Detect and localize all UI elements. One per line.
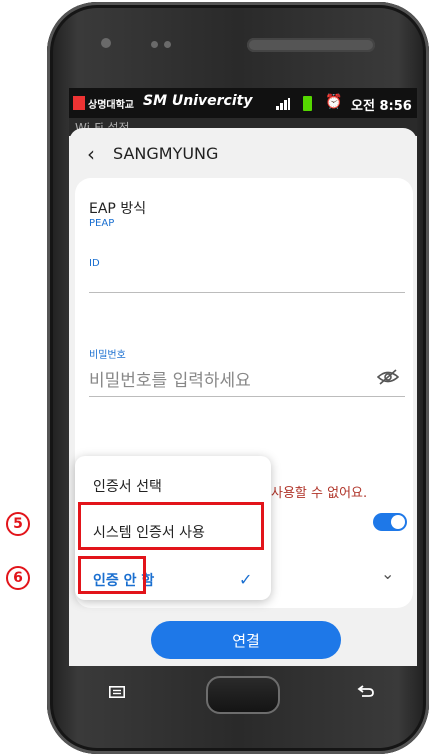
certificate-warning: 사용할 수 없어요.: [271, 486, 368, 501]
password-field[interactable]: 비밀번호를 입력하세요: [89, 366, 251, 391]
network-title: SANGMYUNG: [113, 144, 219, 163]
password-label: 비밀번호: [89, 350, 126, 361]
alarm-icon: ⏰: [325, 94, 343, 110]
connect-button[interactable]: 연결: [151, 621, 341, 659]
status-time: 오전 8:56: [351, 99, 412, 114]
sensor-dot: [151, 41, 158, 48]
back-arrow-icon[interactable]: ‹: [87, 142, 95, 166]
hardware-keys: [47, 668, 429, 738]
chevron-down-icon[interactable]: ⌄: [381, 564, 394, 583]
id-label: ID: [89, 258, 100, 269]
step-badge-5: 5: [6, 512, 30, 536]
signal-icon: [276, 98, 290, 110]
status-bar: 상명대학교 SM Univercity ⏰ 오전 8:56: [69, 88, 417, 118]
highlight-box-no-validation: [78, 502, 264, 550]
front-camera: [101, 38, 111, 48]
highlight-box-advanced: [78, 556, 146, 594]
password-underline: [89, 396, 405, 397]
sensor-dot: [164, 41, 171, 48]
battery-icon: [303, 96, 312, 111]
show-password-icon[interactable]: [377, 368, 399, 386]
id-field[interactable]: [89, 292, 405, 293]
university-logo-icon: [73, 96, 85, 110]
eap-method-value[interactable]: PEAP: [89, 218, 114, 229]
back-key-icon[interactable]: [357, 684, 375, 698]
option-toggle[interactable]: [373, 513, 407, 531]
university-name: 상명대학교: [88, 100, 134, 111]
home-key[interactable]: [206, 676, 280, 714]
speaker-grille: [247, 38, 375, 52]
menu-key-icon[interactable]: [109, 686, 125, 698]
check-icon: ✓: [239, 570, 253, 589]
eap-method-label[interactable]: EAP 방식: [89, 198, 146, 218]
app-name: SM Univercity: [143, 93, 253, 109]
dropdown-item-select-cert[interactable]: 인증서 선택: [93, 476, 162, 496]
step-badge-6: 6: [6, 566, 30, 590]
